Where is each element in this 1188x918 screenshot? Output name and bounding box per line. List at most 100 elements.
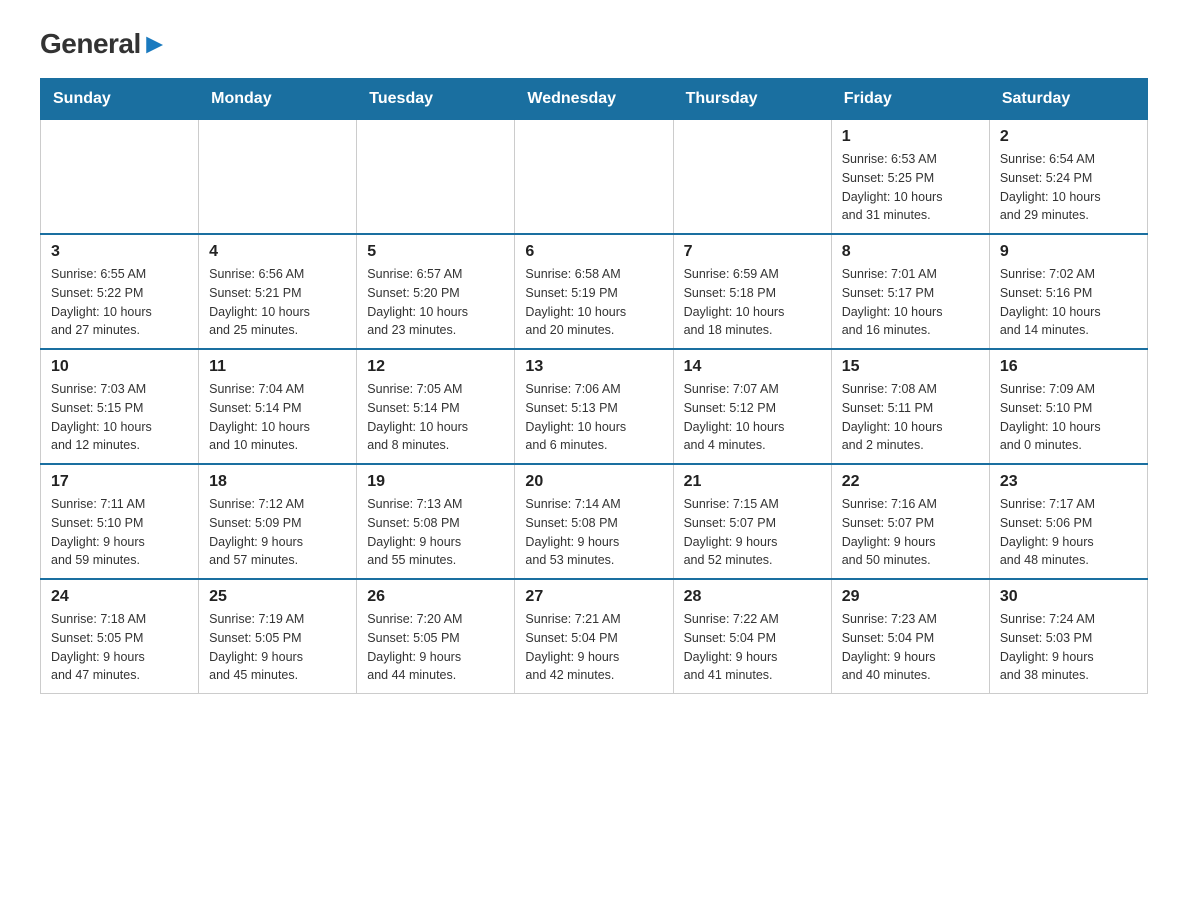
day-info: Sunrise: 7:23 AM Sunset: 5:04 PM Dayligh… [842,610,979,685]
col-sunday: Sunday [41,79,199,119]
calendar-cell: 29 Sunrise: 7:23 AM Sunset: 5:04 PM Dayli… [831,579,989,694]
day-info: Sunrise: 7:06 AM Sunset: 5:13 PM Dayligh… [525,380,662,455]
day-info: Sunrise: 7:14 AM Sunset: 5:08 PM Dayligh… [525,495,662,570]
day-number: 16 [1000,358,1137,376]
col-saturday: Saturday [989,79,1147,119]
calendar-cell [41,119,199,234]
day-info: Sunrise: 7:03 AM Sunset: 5:15 PM Dayligh… [51,380,188,455]
day-number: 22 [842,473,979,491]
calendar-cell: 26Sunrise: 7:20 AM Sunset: 5:05 PM Dayli… [357,579,515,694]
day-info: Sunrise: 7:12 AM Sunset: 5:09 PM Dayligh… [209,495,346,570]
day-number: 20 [525,473,662,491]
calendar-cell: 14Sunrise: 7:07 AM Sunset: 5:12 PM Dayli… [673,349,831,464]
calendar-cell: 7Sunrise: 6:59 AM Sunset: 5:18 PM Daylig… [673,234,831,349]
day-info: Sunrise: 6:53 AM Sunset: 5:25 PM Dayligh… [842,150,979,225]
col-wednesday: Wednesday [515,79,673,119]
day-info: Sunrise: 7:19 AM Sunset: 5:05 PM Dayligh… [209,610,346,685]
day-info: Sunrise: 7:04 AM Sunset: 5:14 PM Dayligh… [209,380,346,455]
calendar-cell: 28 Sunrise: 7:22 AM Sunset: 5:04 PM Dayli… [673,579,831,694]
day-number: 4 [209,243,346,261]
calendar-cell: 27 Sunrise: 7:21 AM Sunset: 5:04 PM Dayli… [515,579,673,694]
day-number: 12 [367,358,504,376]
day-number: 28 [684,588,821,606]
day-info: Sunrise: 7:13 AM Sunset: 5:08 PM Dayligh… [367,495,504,570]
day-number: 25 [209,588,346,606]
day-info: Sunrise: 6:54 AM Sunset: 5:24 PM Dayligh… [1000,150,1137,225]
day-number: 13 [525,358,662,376]
day-info: Sunrise: 7:18 AM Sunset: 5:05 PM Dayligh… [51,610,188,685]
day-number: 17 [51,473,188,491]
calendar-cell: 30Sunrise: 7:24 AM Sunset: 5:03 PM Dayli… [989,579,1147,694]
day-info: Sunrise: 6:58 AM Sunset: 5:19 PM Dayligh… [525,265,662,340]
calendar-week-row: 1 Sunrise: 6:53 AM Sunset: 5:25 PM Daylig… [41,119,1148,234]
calendar-week-row: 17 Sunrise: 7:11 AM Sunset: 5:10 PM Dayli… [41,464,1148,579]
day-info: Sunrise: 7:05 AM Sunset: 5:14 PM Dayligh… [367,380,504,455]
calendar-cell: 13 Sunrise: 7:06 AM Sunset: 5:13 PM Dayli… [515,349,673,464]
calendar-cell: 12 Sunrise: 7:05 AM Sunset: 5:14 PM Dayli… [357,349,515,464]
day-number: 21 [684,473,821,491]
calendar-cell: 17 Sunrise: 7:11 AM Sunset: 5:10 PM Dayli… [41,464,199,579]
col-tuesday: Tuesday [357,79,515,119]
day-number: 11 [209,358,346,376]
calendar-cell [357,119,515,234]
calendar-cell: 11 Sunrise: 7:04 AM Sunset: 5:14 PM Dayli… [199,349,357,464]
calendar-cell: 6 Sunrise: 6:58 AM Sunset: 5:19 PM Daylig… [515,234,673,349]
calendar-cell: 8 Sunrise: 7:01 AM Sunset: 5:17 PM Daylig… [831,234,989,349]
day-number: 19 [367,473,504,491]
day-number: 1 [842,128,979,146]
day-number: 2 [1000,128,1137,146]
day-number: 27 [525,588,662,606]
day-info: Sunrise: 7:21 AM Sunset: 5:04 PM Dayligh… [525,610,662,685]
calendar-cell: 25 Sunrise: 7:19 AM Sunset: 5:05 PM Dayli… [199,579,357,694]
calendar-cell: 4 Sunrise: 6:56 AM Sunset: 5:21 PM Daylig… [199,234,357,349]
day-info: Sunrise: 7:08 AM Sunset: 5:11 PM Dayligh… [842,380,979,455]
day-info: Sunrise: 7:07 AM Sunset: 5:12 PM Dayligh… [684,380,821,455]
calendar-cell: 3 Sunrise: 6:55 AM Sunset: 5:22 PM Daylig… [41,234,199,349]
day-number: 5 [367,243,504,261]
calendar-header-row: Sunday Monday Tuesday Wednesday Thursday… [41,79,1148,119]
calendar-table: Sunday Monday Tuesday Wednesday Thursday… [40,78,1148,694]
day-number: 26 [367,588,504,606]
calendar-cell: 1 Sunrise: 6:53 AM Sunset: 5:25 PM Daylig… [831,119,989,234]
calendar-cell [673,119,831,234]
day-info: Sunrise: 7:09 AM Sunset: 5:10 PM Dayligh… [1000,380,1137,455]
day-info: Sunrise: 7:17 AM Sunset: 5:06 PM Dayligh… [1000,495,1137,570]
calendar-cell: 9 Sunrise: 7:02 AM Sunset: 5:16 PM Daylig… [989,234,1147,349]
day-number: 24 [51,588,188,606]
logo: General► [40,30,168,58]
day-info: Sunrise: 7:02 AM Sunset: 5:16 PM Dayligh… [1000,265,1137,340]
day-number: 15 [842,358,979,376]
day-number: 3 [51,243,188,261]
day-number: 8 [842,243,979,261]
day-info: Sunrise: 7:11 AM Sunset: 5:10 PM Dayligh… [51,495,188,570]
calendar-cell: 5 Sunrise: 6:57 AM Sunset: 5:20 PM Daylig… [357,234,515,349]
day-info: Sunrise: 6:55 AM Sunset: 5:22 PM Dayligh… [51,265,188,340]
calendar-cell: 21Sunrise: 7:15 AM Sunset: 5:07 PM Dayli… [673,464,831,579]
col-monday: Monday [199,79,357,119]
calendar-week-row: 3 Sunrise: 6:55 AM Sunset: 5:22 PM Daylig… [41,234,1148,349]
day-number: 18 [209,473,346,491]
calendar-cell [199,119,357,234]
calendar-cell: 10 Sunrise: 7:03 AM Sunset: 5:15 PM Dayli… [41,349,199,464]
day-info: Sunrise: 6:56 AM Sunset: 5:21 PM Dayligh… [209,265,346,340]
calendar-cell: 22 Sunrise: 7:16 AM Sunset: 5:07 PM Dayli… [831,464,989,579]
day-info: Sunrise: 7:16 AM Sunset: 5:07 PM Dayligh… [842,495,979,570]
day-number: 23 [1000,473,1137,491]
day-info: Sunrise: 7:24 AM Sunset: 5:03 PM Dayligh… [1000,610,1137,685]
calendar-cell [515,119,673,234]
calendar-cell: 23 Sunrise: 7:17 AM Sunset: 5:06 PM Dayli… [989,464,1147,579]
calendar-cell: 16 Sunrise: 7:09 AM Sunset: 5:10 PM Dayli… [989,349,1147,464]
calendar-cell: 18 Sunrise: 7:12 AM Sunset: 5:09 PM Dayli… [199,464,357,579]
day-number: 9 [1000,243,1137,261]
col-friday: Friday [831,79,989,119]
day-number: 29 [842,588,979,606]
day-info: Sunrise: 7:22 AM Sunset: 5:04 PM Dayligh… [684,610,821,685]
logo-arrow-icon: ► [141,28,168,59]
calendar-cell: 15 Sunrise: 7:08 AM Sunset: 5:11 PM Dayli… [831,349,989,464]
day-number: 10 [51,358,188,376]
calendar-week-row: 10 Sunrise: 7:03 AM Sunset: 5:15 PM Dayli… [41,349,1148,464]
calendar-cell: 20 Sunrise: 7:14 AM Sunset: 5:08 PM Dayli… [515,464,673,579]
day-number: 6 [525,243,662,261]
day-info: Sunrise: 7:01 AM Sunset: 5:17 PM Dayligh… [842,265,979,340]
day-info: Sunrise: 6:57 AM Sunset: 5:20 PM Dayligh… [367,265,504,340]
